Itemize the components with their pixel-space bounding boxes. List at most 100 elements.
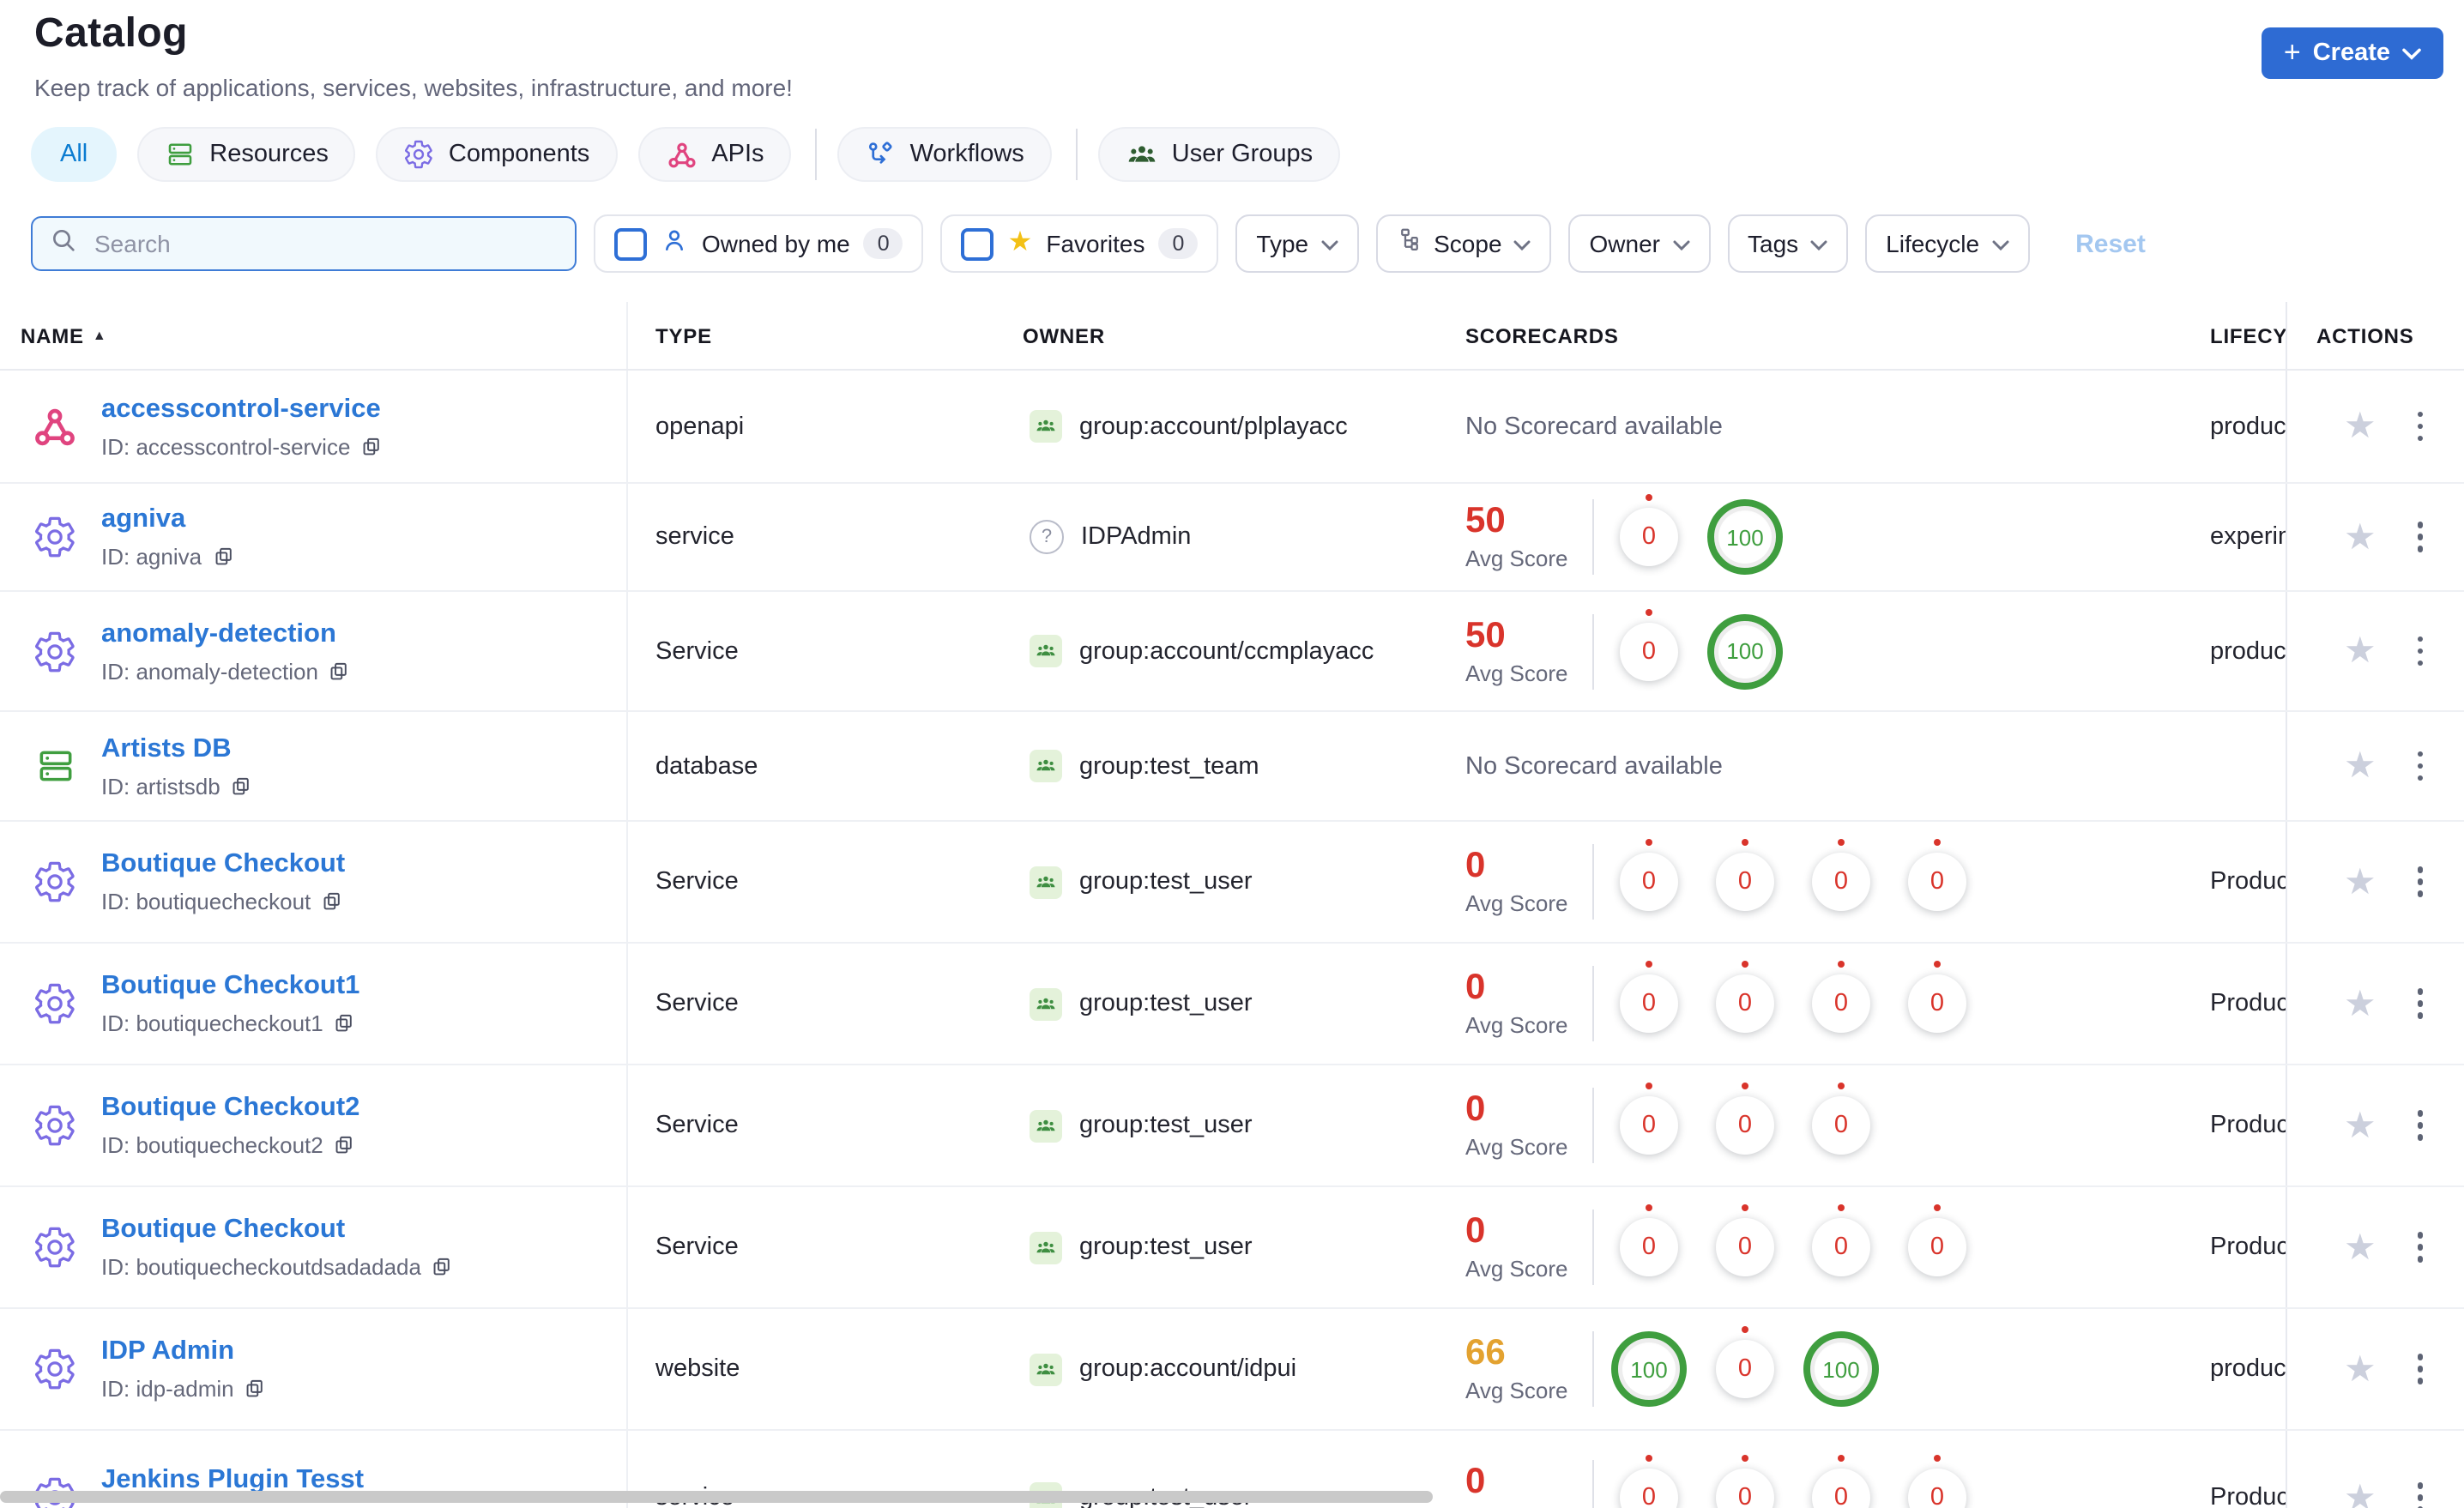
copy-icon[interactable]: [245, 1378, 267, 1400]
column-header-type[interactable]: TYPE: [628, 323, 1021, 347]
copy-icon[interactable]: [432, 1256, 454, 1278]
favorite-star-button[interactable]: ★: [2344, 633, 2376, 669]
copy-icon[interactable]: [334, 1012, 356, 1034]
entity-name-link[interactable]: Artists DB: [101, 733, 232, 763]
kebab-menu-button[interactable]: [2414, 633, 2427, 670]
scorecard-score-circle[interactable]: 100: [1803, 1331, 1879, 1407]
lifecycle-dropdown[interactable]: Lifecycle: [1865, 214, 2030, 273]
entity-name-link[interactable]: Boutique Checkout: [101, 849, 345, 878]
owner-cell: group:account/idpui: [1021, 1309, 1462, 1429]
kebab-menu-button[interactable]: [2414, 1107, 2427, 1144]
entity-name-link[interactable]: Boutique Checkout: [101, 1215, 345, 1244]
owner-dropdown[interactable]: Owner: [1568, 214, 1710, 273]
scorecard-score-circle[interactable]: 0: [1620, 1469, 1678, 1508]
owned-by-me-filter[interactable]: Owned by me 0: [594, 214, 924, 273]
entity-name-link[interactable]: IDP Admin: [101, 1336, 234, 1366]
copy-icon[interactable]: [321, 890, 343, 913]
tab-components[interactable]: Components: [376, 127, 618, 182]
scorecard-divider: [1592, 1088, 1594, 1163]
column-header-scorecards[interactable]: SCORECARDS: [1462, 323, 2210, 347]
kebab-menu-button[interactable]: [2414, 519, 2427, 556]
scorecard-score-circle[interactable]: 0: [1620, 974, 1678, 1033]
kebab-menu-button[interactable]: [2414, 1229, 2427, 1266]
scorecard-score-circle[interactable]: 0: [1908, 974, 1966, 1033]
scorecard-score-circle[interactable]: 0: [1716, 974, 1774, 1033]
name-cell: Boutique Checkout ID: boutiquecheckoutdsa…: [0, 1187, 628, 1307]
tab-all[interactable]: All: [31, 127, 118, 182]
entity-name-link[interactable]: anomaly-detection: [101, 618, 336, 648]
entity-name-link[interactable]: accesscontrol-service: [101, 394, 381, 423]
column-header-owner[interactable]: OWNER: [1021, 323, 1462, 347]
favorite-star-button[interactable]: ★: [2344, 408, 2376, 444]
column-header-lifecycle[interactable]: LIFECYCLE: [2210, 323, 2286, 347]
scorecard-divider: [1592, 966, 1594, 1041]
avg-score-label: Avg Score: [1465, 660, 1568, 685]
table-row: Boutique Checkout ID: boutiquecheckout Ser…: [0, 822, 2464, 944]
scorecards-cell: No Scorecard available: [1462, 712, 2210, 820]
entity-id: ID: boutiquecheckout2: [101, 1132, 359, 1158]
catalog-table: NAME▲ TYPE OWNER SCORECARDS LIFECYCLE AC…: [0, 302, 2464, 1508]
copy-icon[interactable]: [334, 1134, 356, 1156]
entity-name-link[interactable]: Jenkins Plugin Tesst: [101, 1465, 364, 1494]
scorecard-score-circle[interactable]: 0: [1812, 974, 1870, 1033]
scorecard-score-circle[interactable]: 0: [1812, 853, 1870, 911]
copy-icon[interactable]: [329, 660, 351, 682]
scorecard-score-circle[interactable]: 0: [1908, 1218, 1966, 1276]
create-button[interactable]: + Create: [2261, 27, 2443, 79]
scorecard-score-circle[interactable]: 0: [1716, 853, 1774, 911]
search-input[interactable]: [91, 228, 558, 259]
favorite-star-button[interactable]: ★: [2344, 864, 2376, 900]
tab-workflows[interactable]: Workflows: [837, 127, 1052, 182]
scorecard-score-circle[interactable]: 100: [1707, 499, 1783, 575]
scorecard-score-circle[interactable]: 0: [1620, 1096, 1678, 1155]
scorecard-score-circle[interactable]: 0: [1908, 853, 1966, 911]
copy-icon[interactable]: [360, 435, 383, 457]
scorecard-score-circle[interactable]: 0: [1716, 1340, 1774, 1398]
tab-apis[interactable]: APIs: [637, 127, 792, 182]
kebab-menu-button[interactable]: [2414, 408, 2427, 445]
kebab-menu-button[interactable]: [2414, 1480, 2427, 1508]
favorite-star-button[interactable]: ★: [2344, 1107, 2376, 1143]
scorecard-score-circle[interactable]: 0: [1908, 1469, 1966, 1508]
horizontal-scrollbar-thumb[interactable]: [0, 1491, 1433, 1503]
kebab-menu-button[interactable]: [2414, 864, 2427, 901]
scope-dropdown[interactable]: Scope: [1375, 214, 1552, 273]
scorecard-score-circle[interactable]: 0: [1620, 622, 1678, 680]
entity-name-link[interactable]: Boutique Checkout2: [101, 1093, 359, 1122]
favorite-star-button[interactable]: ★: [2344, 1229, 2376, 1265]
entity-name-link[interactable]: agniva: [101, 504, 185, 534]
type-dropdown[interactable]: Type: [1235, 214, 1359, 273]
lifecycle-cell: Production: [2210, 1234, 2286, 1261]
favorites-checkbox[interactable]: [961, 227, 994, 260]
kebab-menu-button[interactable]: [2414, 748, 2427, 785]
favorite-star-button[interactable]: ★: [2344, 519, 2376, 555]
entity-name-link[interactable]: Boutique Checkout1: [101, 971, 359, 1000]
kebab-menu-button[interactable]: [2414, 986, 2427, 1022]
copy-icon[interactable]: [212, 546, 234, 568]
favorite-star-button[interactable]: ★: [2344, 986, 2376, 1022]
tab-user-groups[interactable]: User Groups: [1097, 127, 1341, 182]
column-header-name[interactable]: NAME ▲: [0, 323, 107, 347]
scorecard-score-circle[interactable]: 0: [1812, 1469, 1870, 1508]
scorecard-score-circle[interactable]: 0: [1812, 1218, 1870, 1276]
scorecard-score-circle[interactable]: 0: [1620, 1218, 1678, 1276]
scorecard-score-circle[interactable]: 100: [1611, 1331, 1687, 1407]
reset-filters-link[interactable]: Reset: [2075, 229, 2146, 258]
favorite-star-button[interactable]: ★: [2344, 748, 2376, 784]
tags-dropdown[interactable]: Tags: [1727, 214, 1849, 273]
owned-by-me-checkbox[interactable]: [614, 227, 647, 260]
kebab-menu-button[interactable]: [2414, 1351, 2427, 1388]
scorecard-score-circle[interactable]: 0: [1716, 1469, 1774, 1508]
favorite-star-button[interactable]: ★: [2344, 1480, 2376, 1508]
tab-resources[interactable]: Resources: [137, 127, 356, 182]
favorites-filter[interactable]: ★ Favorites 0: [940, 214, 1219, 273]
entity-id: ID: idp-admin: [101, 1376, 267, 1402]
scorecard-score-circle[interactable]: 100: [1707, 613, 1783, 689]
copy-icon[interactable]: [231, 775, 253, 797]
scorecard-score-circle[interactable]: 0: [1716, 1096, 1774, 1155]
favorite-star-button[interactable]: ★: [2344, 1351, 2376, 1387]
scorecard-score-circle[interactable]: 0: [1716, 1218, 1774, 1276]
scorecard-score-circle[interactable]: 0: [1620, 508, 1678, 566]
scorecard-score-circle[interactable]: 0: [1812, 1096, 1870, 1155]
scorecard-score-circle[interactable]: 0: [1620, 853, 1678, 911]
